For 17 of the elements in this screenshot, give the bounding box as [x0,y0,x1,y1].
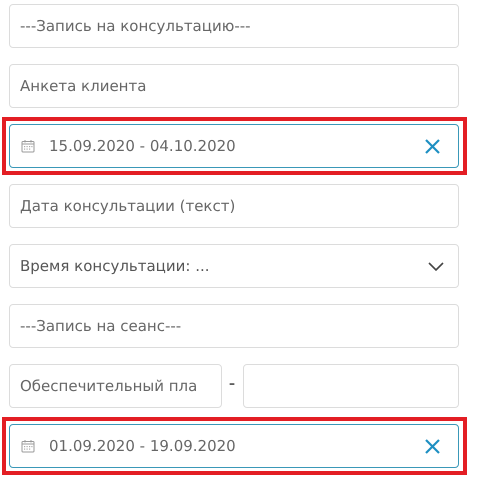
calendar-icon [21,439,35,453]
date-range-field[interactable]: 15.09.2020 - 04.10.2020 [9,124,459,168]
text-field[interactable]: Дата консультации (текст) [9,184,459,228]
clear-icon[interactable] [425,438,440,454]
clear-icon[interactable] [425,138,440,154]
separator: - [228,372,236,394]
time-dropdown[interactable]: Время консультации: ... [9,244,459,288]
text-field[interactable]: Обеспечительный пла [9,364,222,408]
text-field[interactable]: Анкета клиента [9,64,459,108]
date-range-value: 01.09.2020 - 19.09.2020 [49,437,236,455]
date-range-field[interactable]: 01.09.2020 - 19.09.2020 [9,424,459,468]
date-range-value: 15.09.2020 - 04.10.2020 [49,137,236,155]
text-field[interactable]: ---Запись на консультацию--- [9,4,459,48]
chevron-down-icon [428,262,444,270]
input-field[interactable] [243,364,459,408]
text-field[interactable]: ---Запись на сеанс--- [9,304,459,348]
calendar-icon [21,139,35,153]
